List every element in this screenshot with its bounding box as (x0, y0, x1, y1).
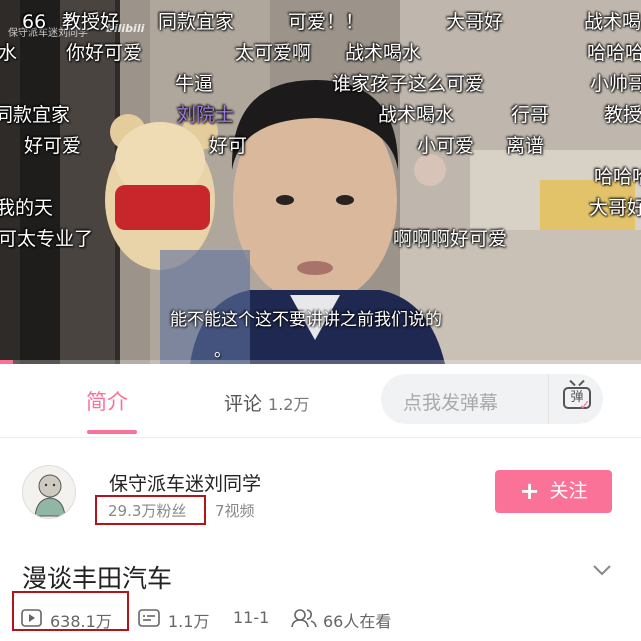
video-title: 漫谈丰田汽车 (22, 564, 173, 593)
danmaku-count-icon (138, 609, 160, 627)
danmaku-comment: 谁家孩子这么可爱 (332, 73, 485, 95)
danmaku-comment: 你好可爱 (66, 42, 143, 64)
danmaku-count: 1.1万 (168, 612, 210, 631)
danmaku-input-placeholder: 点我发弹幕 (403, 392, 499, 414)
chevron-down-icon[interactable] (592, 560, 612, 580)
danmaku-comment: 啊啊啊好可爱 (393, 228, 508, 250)
danmaku-comment: 小帅哥 (590, 73, 641, 95)
danmaku-comment: 我的天 (0, 197, 54, 219)
uploader-name[interactable]: 保守派车迷刘同学 (109, 469, 261, 496)
video-stats: 638.1万 1.1万 11-1 66人在看 (0, 591, 641, 635)
danmaku-comment: 战术喝水 (345, 42, 422, 64)
video-player[interactable]: 保守派车迷刘同学 bilibili 66 教授好 同款宜家 可爱！！ 大哥好 战… (0, 0, 641, 364)
danmaku-comment: 教授好 (62, 11, 120, 33)
tab-intro[interactable]: 简介 (86, 386, 128, 416)
avatar-icon (34, 474, 66, 517)
tab-comments-count: 1.2万 (268, 395, 310, 414)
watching-users-icon (291, 609, 317, 628)
follow-label: 关注 (549, 480, 588, 502)
danmaku-comment: 太可爱啊 (235, 42, 312, 64)
danmaku-comment: 好可 (209, 135, 248, 157)
check-icon: ✓ (579, 398, 591, 414)
fans-count: 29.3万粉丝 (108, 502, 187, 520)
tab-active-indicator (87, 430, 137, 434)
danmaku-comment: 大哥好 (446, 11, 504, 33)
danmaku-comment: 教授 (604, 104, 641, 126)
danmaku-comment: 可爱！！ (288, 11, 365, 33)
watching-count: 66人在看 (323, 612, 392, 631)
danmaku-comment: 离谱 (506, 135, 545, 157)
plus-icon: + (519, 477, 540, 505)
danmaku-comment: 好可爱 (24, 135, 82, 157)
view-count: 638.1万 (50, 612, 112, 631)
danmaku-comment: 行哥 (511, 104, 550, 126)
danmaku-comment: 战术喝水 (378, 104, 455, 126)
follow-button[interactable]: + 关注 (495, 470, 612, 513)
publish-date: 11-1 (233, 608, 270, 627)
danmaku-comment: 牛逼 (175, 73, 214, 95)
play-count-icon (21, 609, 42, 627)
danmaku-comment: 同款宜家 (158, 11, 235, 33)
danmaku-comment: 水 (0, 42, 18, 64)
tab-bar: 简介 评论 1.2万 点我发弹幕 弹 ✓ (0, 364, 641, 438)
danmaku-comment: 战术喝 (584, 11, 641, 33)
danmaku-comment: 66 (22, 11, 47, 33)
danmaku-comment: 可太专业了 (0, 228, 94, 250)
danmaku-comment: 大哥好 (589, 197, 641, 219)
danmaku-comment: 刘院士 (177, 104, 235, 126)
danmaku-comment: 同款宜家 (0, 104, 71, 126)
danmaku-toggle-button[interactable]: 弹 ✓ (548, 374, 604, 424)
video-count: 7视频 (215, 502, 255, 520)
tab-comments-label: 评论 (224, 393, 263, 415)
video-subtitle: 能不能这个这不要讲讲之前我们说的 (170, 310, 442, 330)
danmaku-comment: 小可爱 (417, 135, 475, 157)
uploader-avatar[interactable] (22, 465, 76, 519)
danmaku-comment: 哈哈哈 (594, 166, 641, 188)
tab-comments[interactable]: 评论 1.2万 (224, 389, 309, 416)
video-subtitle-tail: 。 (214, 341, 231, 361)
danmaku-comment: 哈哈哈 (587, 42, 641, 64)
